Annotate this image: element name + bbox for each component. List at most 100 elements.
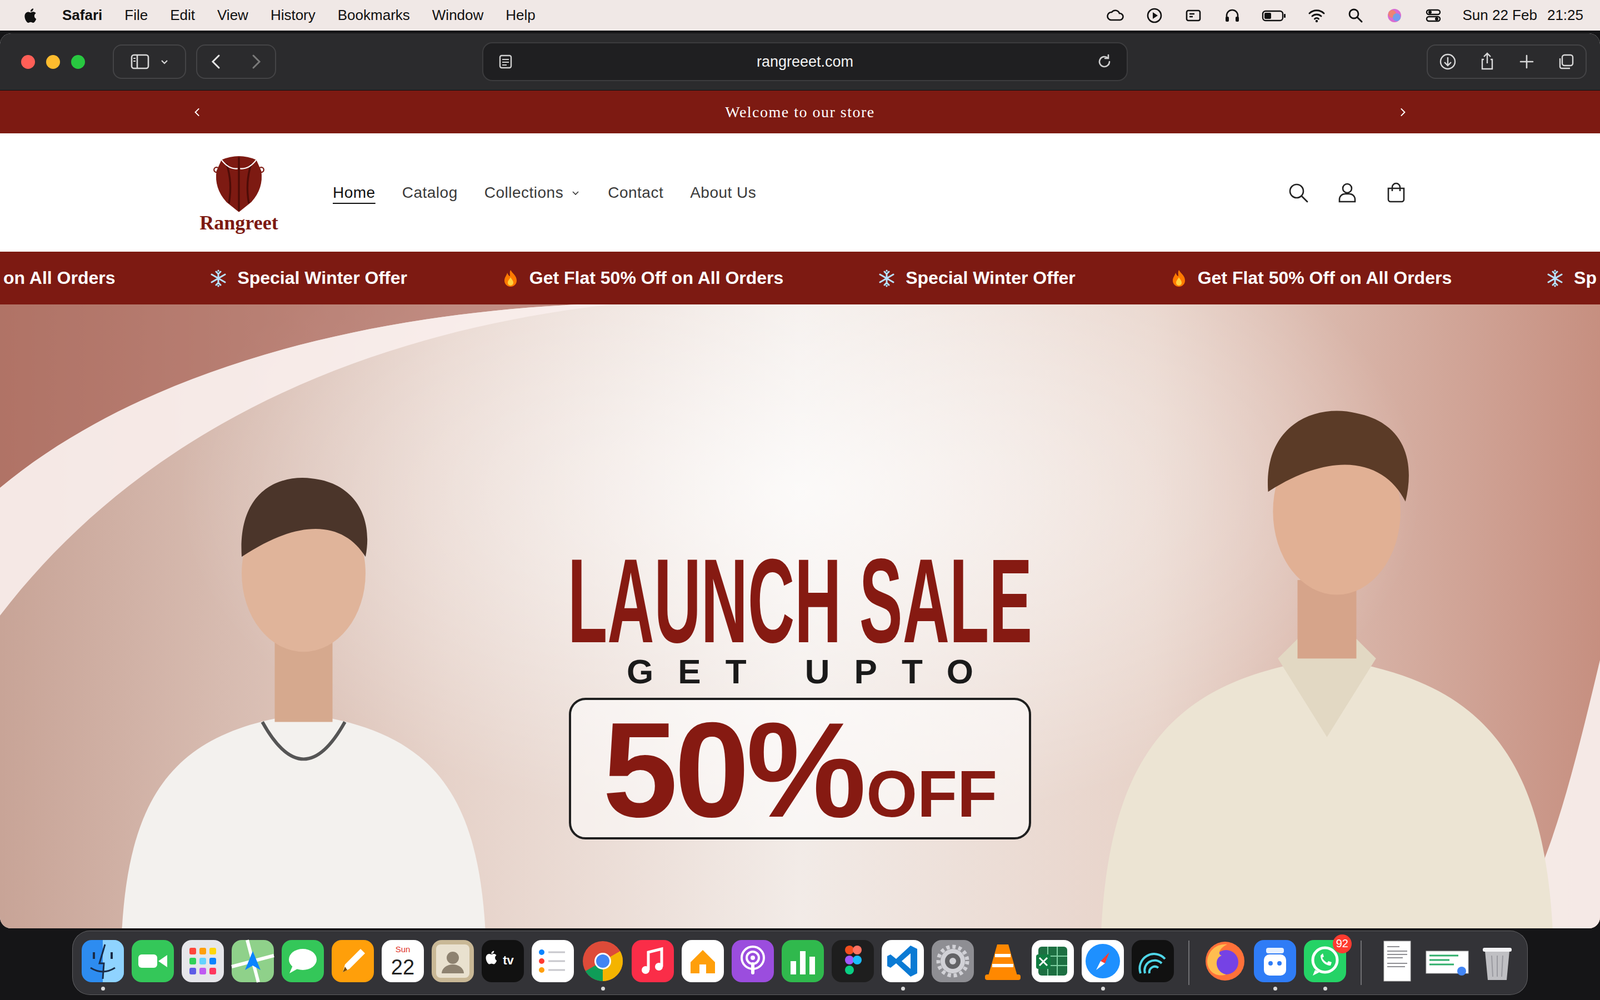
nav-link[interactable]: Home bbox=[332, 183, 376, 202]
trash-icon[interactable] bbox=[1475, 938, 1520, 984]
dock-app[interactable] bbox=[880, 935, 925, 991]
nav-link[interactable]: Collections bbox=[484, 183, 582, 202]
wave-icon[interactable] bbox=[1130, 938, 1175, 984]
creative-cloud-icon[interactable] bbox=[1105, 5, 1126, 26]
firefox-icon[interactable] bbox=[1202, 938, 1248, 984]
wifi-icon[interactable] bbox=[1306, 5, 1327, 26]
discount-badge[interactable]: 50%OFF bbox=[568, 697, 1032, 840]
app-menu[interactable]: Safari bbox=[62, 6, 103, 24]
menu-item[interactable]: Edit bbox=[170, 6, 195, 24]
cart-icon[interactable] bbox=[1383, 180, 1409, 205]
dock-app[interactable] bbox=[130, 935, 175, 991]
dock-app[interactable] bbox=[280, 935, 325, 991]
menu-item[interactable]: Help bbox=[505, 6, 535, 24]
dock-app[interactable] bbox=[580, 935, 625, 991]
reload-icon[interactable] bbox=[1093, 50, 1116, 73]
control-center-icon[interactable] bbox=[1423, 5, 1444, 26]
close-button[interactable] bbox=[21, 55, 35, 69]
dock-app[interactable] bbox=[780, 935, 825, 991]
contacts-icon[interactable] bbox=[430, 938, 475, 984]
dock-app[interactable] bbox=[680, 935, 725, 991]
doc-icon[interactable] bbox=[1375, 938, 1420, 984]
dock-app[interactable] bbox=[1252, 935, 1298, 991]
vlc-icon[interactable] bbox=[980, 938, 1025, 984]
dock-app[interactable] bbox=[180, 935, 225, 991]
screenshot-icon[interactable] bbox=[1425, 938, 1470, 984]
numbers-icon[interactable] bbox=[780, 938, 825, 984]
sidebar-button[interactable] bbox=[112, 44, 187, 79]
dock-app[interactable] bbox=[1202, 935, 1248, 991]
music-icon[interactable] bbox=[630, 938, 675, 984]
chrome-icon[interactable] bbox=[580, 938, 625, 984]
page-icon bbox=[494, 50, 517, 73]
dock-app[interactable] bbox=[1130, 935, 1175, 991]
dock-app[interactable] bbox=[980, 935, 1025, 991]
nav-link[interactable]: About Us bbox=[690, 183, 757, 202]
dock-app[interactable] bbox=[330, 935, 375, 991]
downloads-icon[interactable] bbox=[1436, 50, 1459, 73]
share-icon[interactable] bbox=[1476, 50, 1499, 73]
next-arrow-icon[interactable] bbox=[1396, 106, 1409, 119]
forward-icon[interactable] bbox=[244, 50, 267, 73]
nav-link[interactable]: Contact bbox=[607, 183, 664, 202]
reminders-icon[interactable] bbox=[530, 938, 575, 984]
headphones-icon[interactable] bbox=[1222, 5, 1243, 26]
tabs-overview-icon[interactable] bbox=[1555, 50, 1578, 73]
settings-icon[interactable] bbox=[930, 938, 975, 984]
nav-link[interactable]: Catalog bbox=[402, 183, 458, 202]
dock-app[interactable] bbox=[230, 935, 275, 991]
play-icon[interactable] bbox=[1144, 5, 1165, 26]
siri-icon[interactable] bbox=[1384, 5, 1405, 26]
new-tab-icon[interactable] bbox=[1515, 50, 1538, 73]
home-icon[interactable] bbox=[680, 938, 725, 984]
minimize-button[interactable] bbox=[46, 55, 60, 69]
battery-icon[interactable] bbox=[1261, 5, 1288, 26]
previous-arrow-icon[interactable] bbox=[191, 106, 204, 119]
dock-app[interactable] bbox=[730, 935, 775, 991]
finder-icon[interactable] bbox=[80, 938, 125, 984]
apple-icon[interactable] bbox=[22, 6, 40, 25]
dock-app[interactable] bbox=[930, 935, 975, 991]
facetime-icon[interactable] bbox=[130, 938, 175, 984]
dock-app[interactable] bbox=[1030, 935, 1075, 991]
spotlight-icon[interactable] bbox=[1345, 5, 1366, 26]
dock-app[interactable] bbox=[630, 935, 675, 991]
dock-app[interactable] bbox=[830, 935, 875, 991]
dock-app[interactable] bbox=[1080, 935, 1125, 991]
menu-item[interactable]: History bbox=[270, 6, 316, 24]
menu-item[interactable]: View bbox=[217, 6, 249, 24]
pages-icon[interactable] bbox=[330, 938, 375, 984]
menu-item[interactable]: Window bbox=[432, 6, 484, 24]
figma-icon[interactable] bbox=[830, 938, 875, 984]
store-logo[interactable]: Rangreet bbox=[191, 151, 287, 235]
menu-item[interactable]: Bookmarks bbox=[337, 6, 410, 24]
address-bar[interactable]: rangreeet.com bbox=[482, 42, 1128, 82]
account-icon[interactable] bbox=[1335, 180, 1360, 205]
dock-app[interactable]: 92 bbox=[1302, 935, 1348, 991]
calendar-icon[interactable]: Sun22 bbox=[380, 938, 425, 984]
zoom-button[interactable] bbox=[71, 55, 85, 69]
tv-icon[interactable]: tv bbox=[480, 938, 525, 984]
clock[interactable]: Sun 22 Feb21:25 bbox=[1462, 6, 1584, 24]
messages-icon[interactable] bbox=[280, 938, 325, 984]
dock-app[interactable]: tv bbox=[480, 935, 525, 991]
dock-app[interactable]: Sun22 bbox=[380, 935, 425, 991]
url[interactable]: rangreeet.com bbox=[525, 53, 1085, 71]
menu-item[interactable]: File bbox=[124, 6, 148, 24]
dock-app[interactable] bbox=[1425, 935, 1470, 991]
maps-icon[interactable] bbox=[230, 938, 275, 984]
search-icon[interactable] bbox=[1286, 180, 1311, 205]
safari-icon[interactable] bbox=[1080, 938, 1125, 984]
dock-app[interactable] bbox=[1375, 935, 1420, 991]
launchpad-icon[interactable] bbox=[180, 938, 225, 984]
dock-app[interactable] bbox=[80, 935, 125, 991]
dock-app[interactable] bbox=[430, 935, 475, 991]
excel-icon[interactable] bbox=[1030, 938, 1075, 984]
back-icon[interactable] bbox=[205, 50, 228, 73]
podcasts-icon[interactable] bbox=[730, 938, 775, 984]
dock-app[interactable] bbox=[1475, 935, 1520, 991]
bluebot-icon[interactable] bbox=[1252, 938, 1298, 984]
vscode-icon[interactable] bbox=[880, 938, 925, 984]
display-icon[interactable] bbox=[1183, 5, 1204, 26]
dock-app[interactable] bbox=[530, 935, 575, 991]
